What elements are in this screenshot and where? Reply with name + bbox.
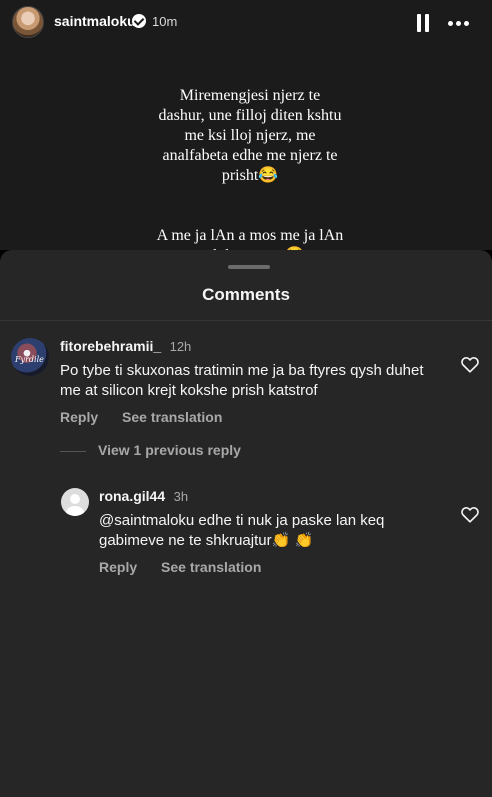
comment-time: 12h	[169, 339, 192, 354]
comment-time: 3h	[173, 489, 189, 504]
reply-button[interactable]: Reply	[60, 409, 98, 425]
comments-title: Comments	[202, 285, 290, 304]
story-text-paragraph: Miremengjesi njerz te dashur, une filloj…	[158, 87, 342, 184]
comment-header: fitorebehramii_ 12h	[60, 338, 440, 356]
drag-handle[interactable]	[228, 265, 270, 269]
comments-sheet: Comments Fyrdile fitorebehramii_ 12h Po …	[0, 250, 492, 797]
comment-username[interactable]: fitorebehramii_	[60, 338, 161, 354]
divider	[60, 450, 86, 452]
comment-username[interactable]: rona.gil44	[99, 488, 165, 504]
story-time: 10m	[152, 14, 178, 29]
divider	[0, 320, 492, 321]
story-view: saintmaloku 10m Miremengjesi njerz te da…	[0, 0, 492, 264]
story-username[interactable]: saintmaloku	[54, 13, 136, 29]
see-translation-button[interactable]: See translation	[161, 559, 261, 575]
comment-actions: Reply See translation	[99, 559, 439, 575]
more-icon[interactable]	[448, 21, 470, 26]
comment-actions: Reply See translation	[60, 409, 440, 425]
comment-text: Po tybe ti skuxonas tratimin me ja ba ft…	[60, 362, 424, 399]
view-replies-button[interactable]: View 1 previous reply	[60, 442, 241, 458]
heart-icon[interactable]	[460, 505, 480, 523]
see-translation-button[interactable]: See translation	[122, 409, 222, 425]
reply-button[interactable]: Reply	[99, 559, 137, 575]
heart-icon[interactable]	[460, 355, 480, 373]
view-replies-label: View 1 previous reply	[98, 442, 241, 458]
story-header: saintmaloku 10m	[0, 0, 492, 46]
pause-icon[interactable]	[417, 14, 429, 32]
verified-badge-icon	[132, 14, 146, 28]
story-avatar[interactable]	[12, 6, 44, 38]
comment-text: @saintmaloku edhe ti nuk ja paske lan ke…	[99, 512, 385, 549]
avatar[interactable]: Fyrdile	[11, 338, 49, 376]
avatar[interactable]	[61, 488, 89, 516]
comment-header: rona.gil44 3h	[99, 488, 439, 506]
